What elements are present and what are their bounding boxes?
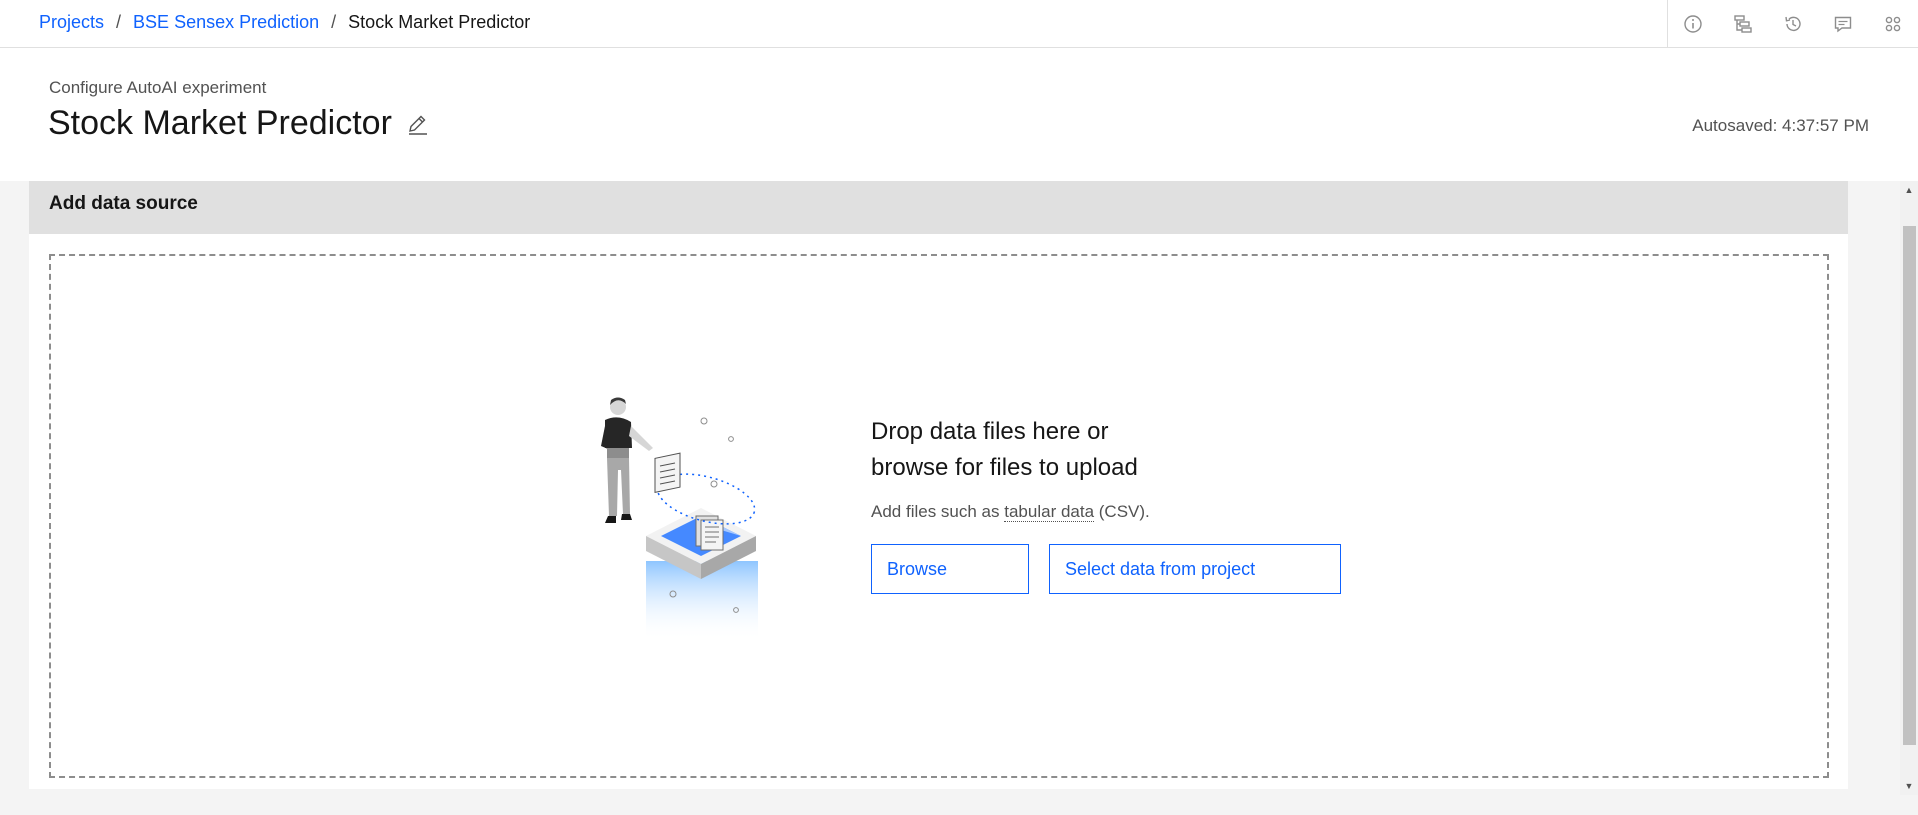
comments-button[interactable] (1818, 0, 1868, 47)
description-text: (CSV). (1094, 502, 1150, 521)
scrollbar-thumb[interactable] (1903, 226, 1916, 745)
breadcrumb-project-link[interactable]: BSE Sensex Prediction (133, 12, 319, 33)
header-actions (1667, 0, 1918, 47)
panel-heading: Add data source (29, 181, 1848, 234)
hierarchy-icon (1734, 14, 1752, 33)
browse-button[interactable]: Browse (871, 544, 1029, 594)
chat-icon (1834, 16, 1852, 32)
upload-actions: Browse Select data from project (871, 544, 1341, 594)
upload-illustration (601, 397, 758, 641)
apps-icon (1885, 16, 1901, 31)
breadcrumb-current: Stock Market Predictor (348, 12, 531, 32)
autosave-status: Autosaved: 4:37:57 PM (1692, 116, 1869, 135)
edit-title-button[interactable] (406, 112, 430, 136)
scroll-up-arrow[interactable]: ▲ (1900, 181, 1918, 199)
drop-instructions: Drop data files here or browse for files… (871, 414, 1341, 594)
main-content: Add data source Drop data files here or … (0, 181, 1918, 815)
drop-title-line: browse for files to upload (871, 454, 1138, 481)
history-icon (1785, 16, 1801, 31)
page-subtitle: Configure AutoAI experiment (49, 78, 267, 97)
info-icon (1684, 14, 1702, 33)
description-text: Add files such as (871, 502, 1005, 521)
breadcrumb: Projects / BSE Sensex Prediction / Stock… (39, 12, 530, 33)
breadcrumb-separator: / (331, 12, 337, 32)
breadcrumb-projects-link[interactable]: Projects (39, 12, 104, 33)
data-source-panel: Add data source Drop data files here or … (29, 181, 1848, 789)
apps-button[interactable] (1868, 0, 1918, 47)
drop-title-line: Drop data files here or (871, 418, 1109, 445)
hierarchy-button[interactable] (1718, 0, 1768, 47)
select-from-project-button[interactable]: Select data from project (1049, 544, 1341, 594)
top-bar: Projects / BSE Sensex Prediction / Stock… (0, 0, 1918, 48)
info-button[interactable] (1668, 0, 1718, 47)
pencil-icon (408, 115, 427, 135)
breadcrumb-separator: / (116, 12, 122, 32)
drop-title: Drop data files here or browse for files… (871, 414, 1341, 486)
scroll-down-arrow[interactable]: ▼ (1900, 777, 1918, 795)
file-dropzone[interactable]: Drop data files here or browse for files… (49, 254, 1829, 778)
drop-description: Add files such as tabular data (CSV). (871, 502, 1341, 522)
page-header: Configure AutoAI experiment Stock Market… (0, 48, 1918, 181)
page-title: Stock Market Predictor (48, 104, 392, 142)
vertical-scrollbar[interactable]: ▲ ▼ (1900, 181, 1918, 795)
tabular-data-tooltip-term[interactable]: tabular data (1004, 502, 1095, 522)
history-button[interactable] (1768, 0, 1818, 47)
title-row: Stock Market Predictor (48, 104, 430, 143)
